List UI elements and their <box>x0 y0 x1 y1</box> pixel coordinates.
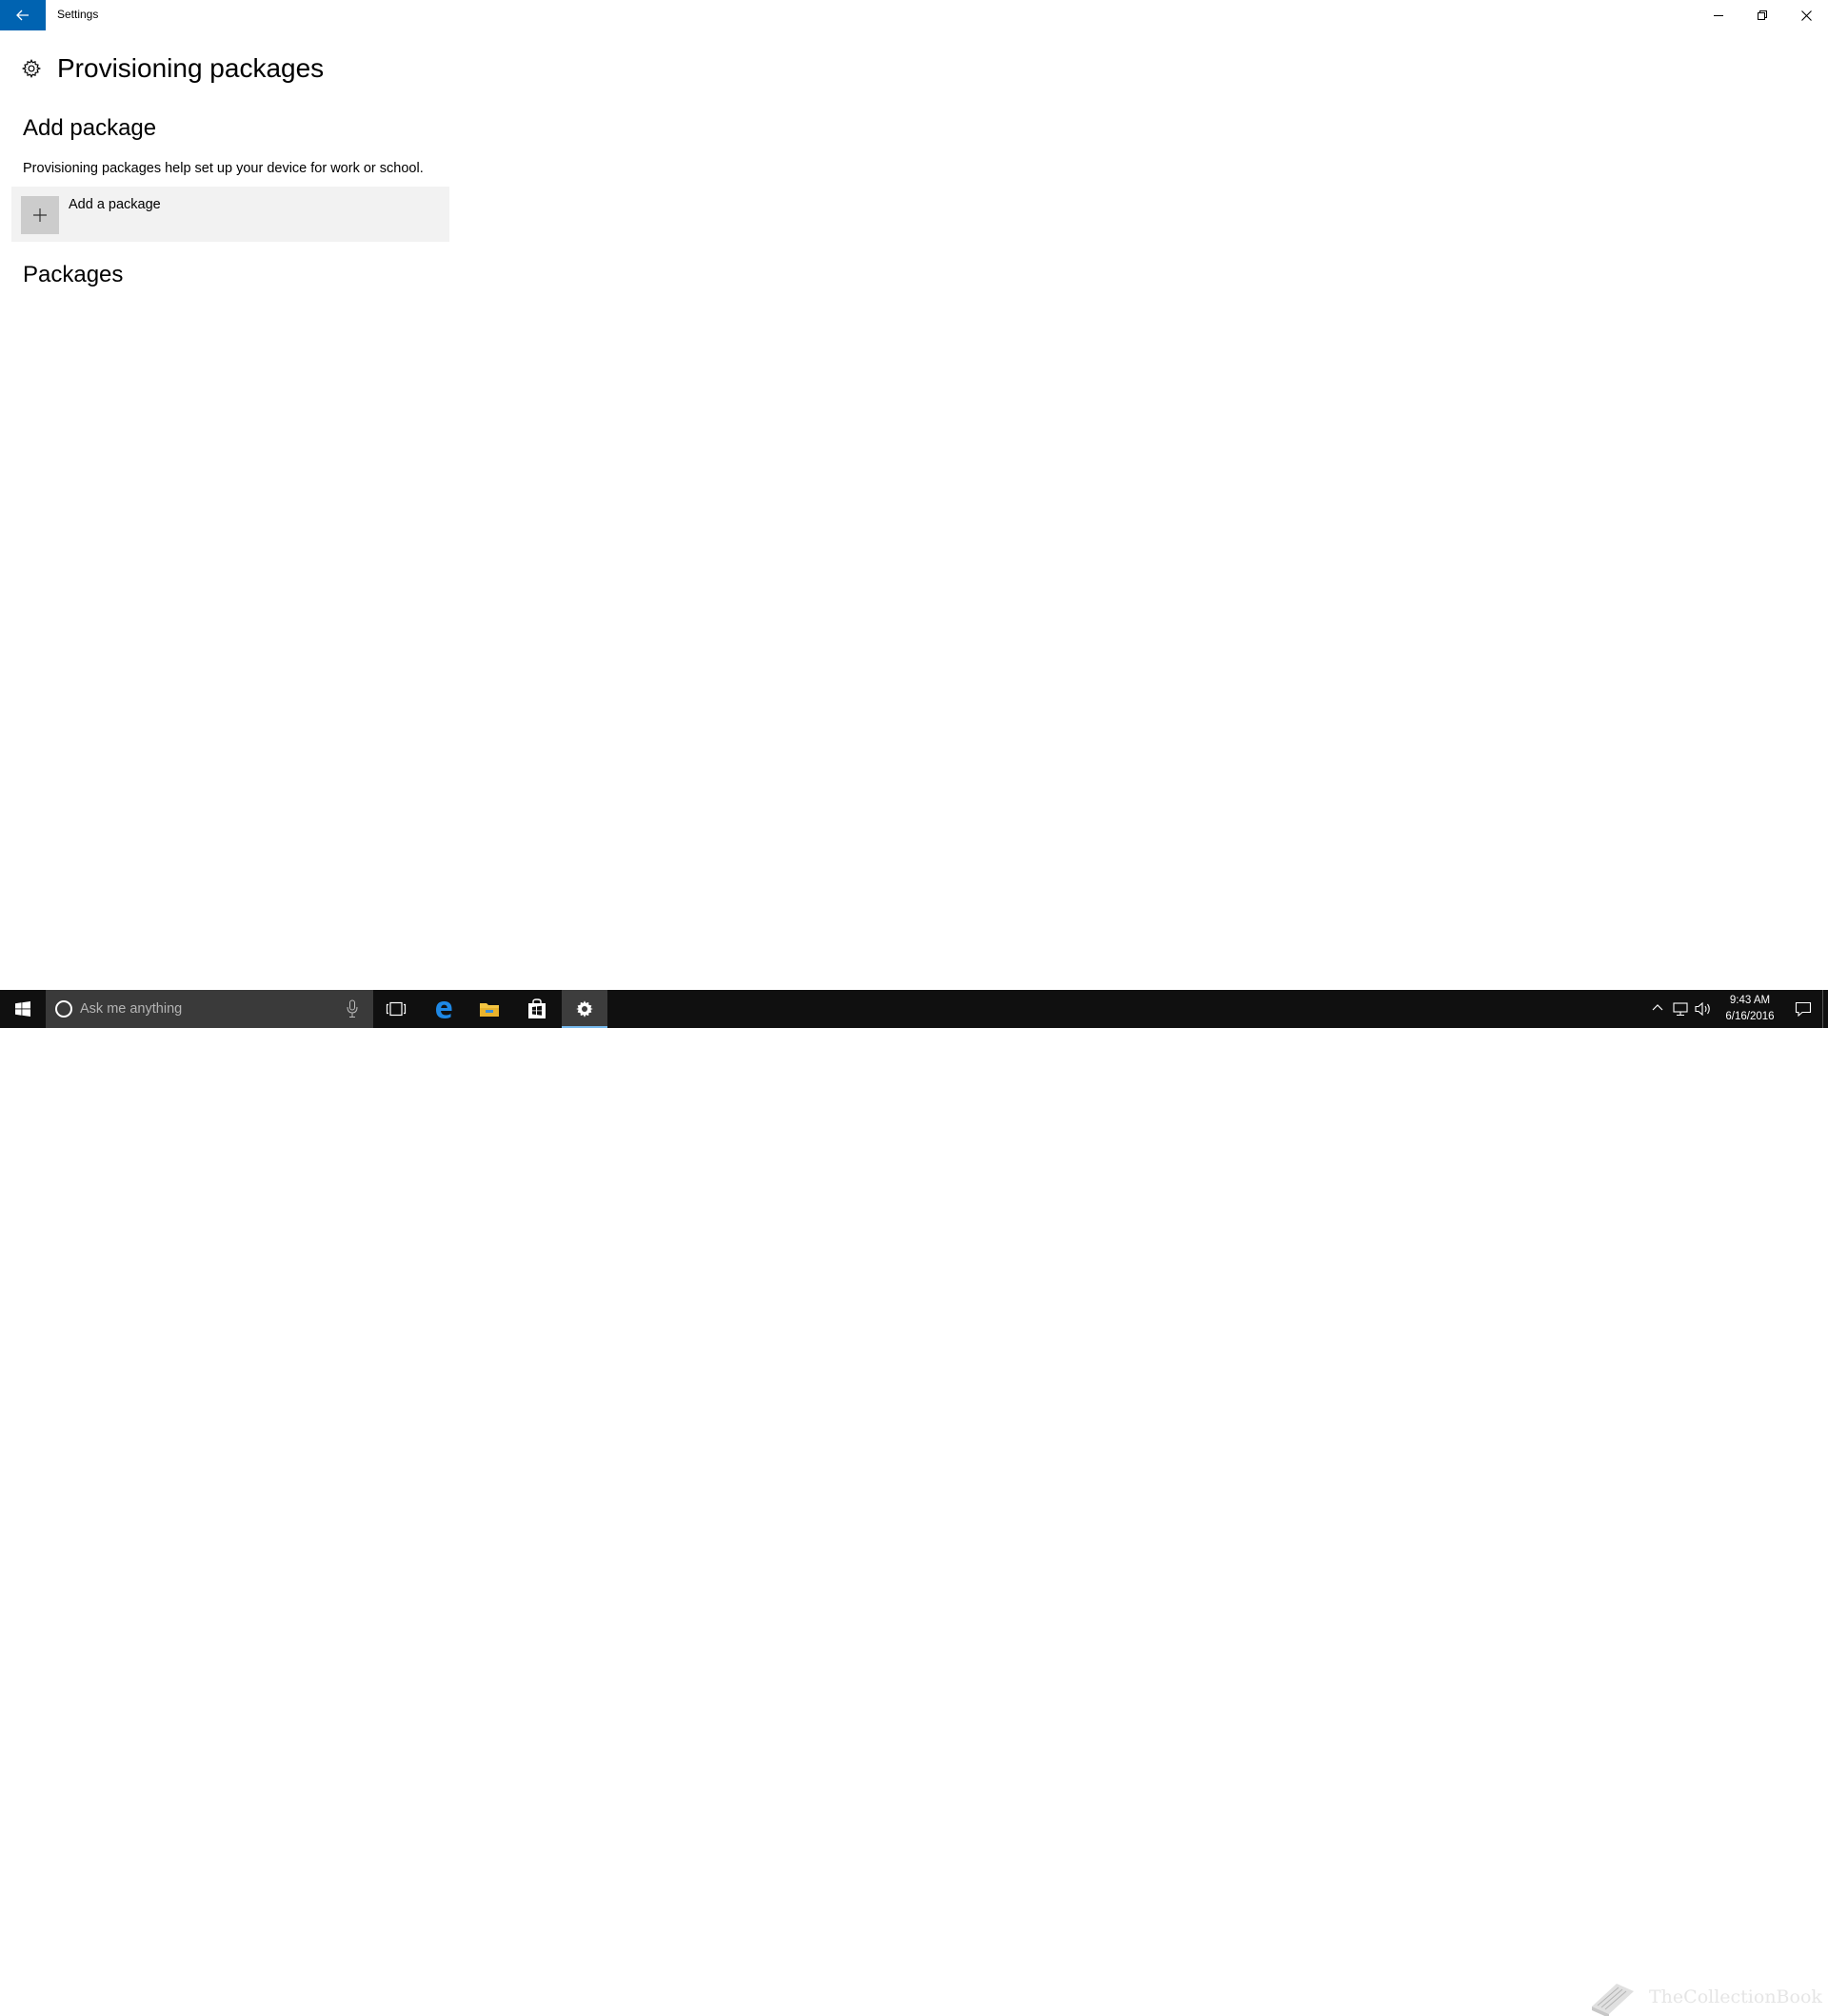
settings-icon <box>576 1000 593 1018</box>
search-box[interactable]: Ask me anything <box>46 990 373 1028</box>
action-center-button[interactable] <box>1784 990 1822 1028</box>
plus-icon <box>33 208 47 222</box>
taskbar: Ask me anything TheCollectionBook 9:43 A… <box>0 990 1828 2016</box>
page-header: Provisioning packages <box>21 53 324 84</box>
close-button[interactable] <box>1784 0 1828 30</box>
store-taskbar-button[interactable] <box>514 990 560 1028</box>
back-button[interactable] <box>0 0 46 30</box>
microphone-icon[interactable] <box>347 999 358 1018</box>
task-view-icon <box>386 1001 407 1017</box>
description-text: Provisioning packages help set up your d… <box>23 161 424 176</box>
settings-taskbar-button[interactable] <box>562 990 607 1028</box>
file-explorer-icon <box>480 1003 499 1017</box>
minimize-button[interactable] <box>1697 0 1740 30</box>
volume-icon[interactable] <box>1695 1001 1712 1017</box>
watermark: TheCollectionBook <box>1588 1978 1822 2016</box>
clock[interactable]: 9:43 AM 6/16/2016 <box>1714 993 1786 1025</box>
packages-heading: Packages <box>23 262 124 287</box>
gear-icon <box>21 58 42 79</box>
show-desktop-button[interactable] <box>1822 990 1828 1028</box>
edge-taskbar-button[interactable] <box>421 990 467 1028</box>
edge-icon <box>436 1001 452 1018</box>
book-logo-icon <box>1592 1984 1634 2016</box>
network-icon[interactable] <box>1672 1001 1689 1017</box>
store-icon <box>528 998 546 1018</box>
close-icon <box>1800 10 1812 21</box>
watermark-text: TheCollectionBook <box>1649 1986 1822 2007</box>
show-hidden-icons-icon[interactable] <box>1651 1001 1664 1015</box>
add-tile-icon-box <box>21 196 59 234</box>
file-explorer-taskbar-button[interactable] <box>467 990 512 1028</box>
restore-icon <box>1758 10 1767 20</box>
clock-date: 6/16/2016 <box>1725 1011 1775 1022</box>
minimize-icon <box>1714 15 1723 16</box>
clock-time: 9:43 AM <box>1729 995 1771 1006</box>
search-placeholder: Ask me anything <box>80 1001 183 1017</box>
title-bar: Settings <box>0 0 1828 30</box>
cortana-icon <box>55 1000 72 1018</box>
add-package-heading: Add package <box>23 115 157 141</box>
page-title: Provisioning packages <box>57 53 325 83</box>
add-package-label: Add a package <box>69 197 161 212</box>
back-arrow-icon <box>16 10 29 21</box>
add-package-button[interactable]: Add a package <box>11 187 449 242</box>
notification-icon <box>1795 1001 1812 1017</box>
restore-button[interactable] <box>1740 0 1784 30</box>
app-title: Settings <box>57 8 99 21</box>
windows-logo-icon <box>15 1001 30 1017</box>
start-button[interactable] <box>0 990 46 1028</box>
task-view-button[interactable] <box>373 990 419 1028</box>
